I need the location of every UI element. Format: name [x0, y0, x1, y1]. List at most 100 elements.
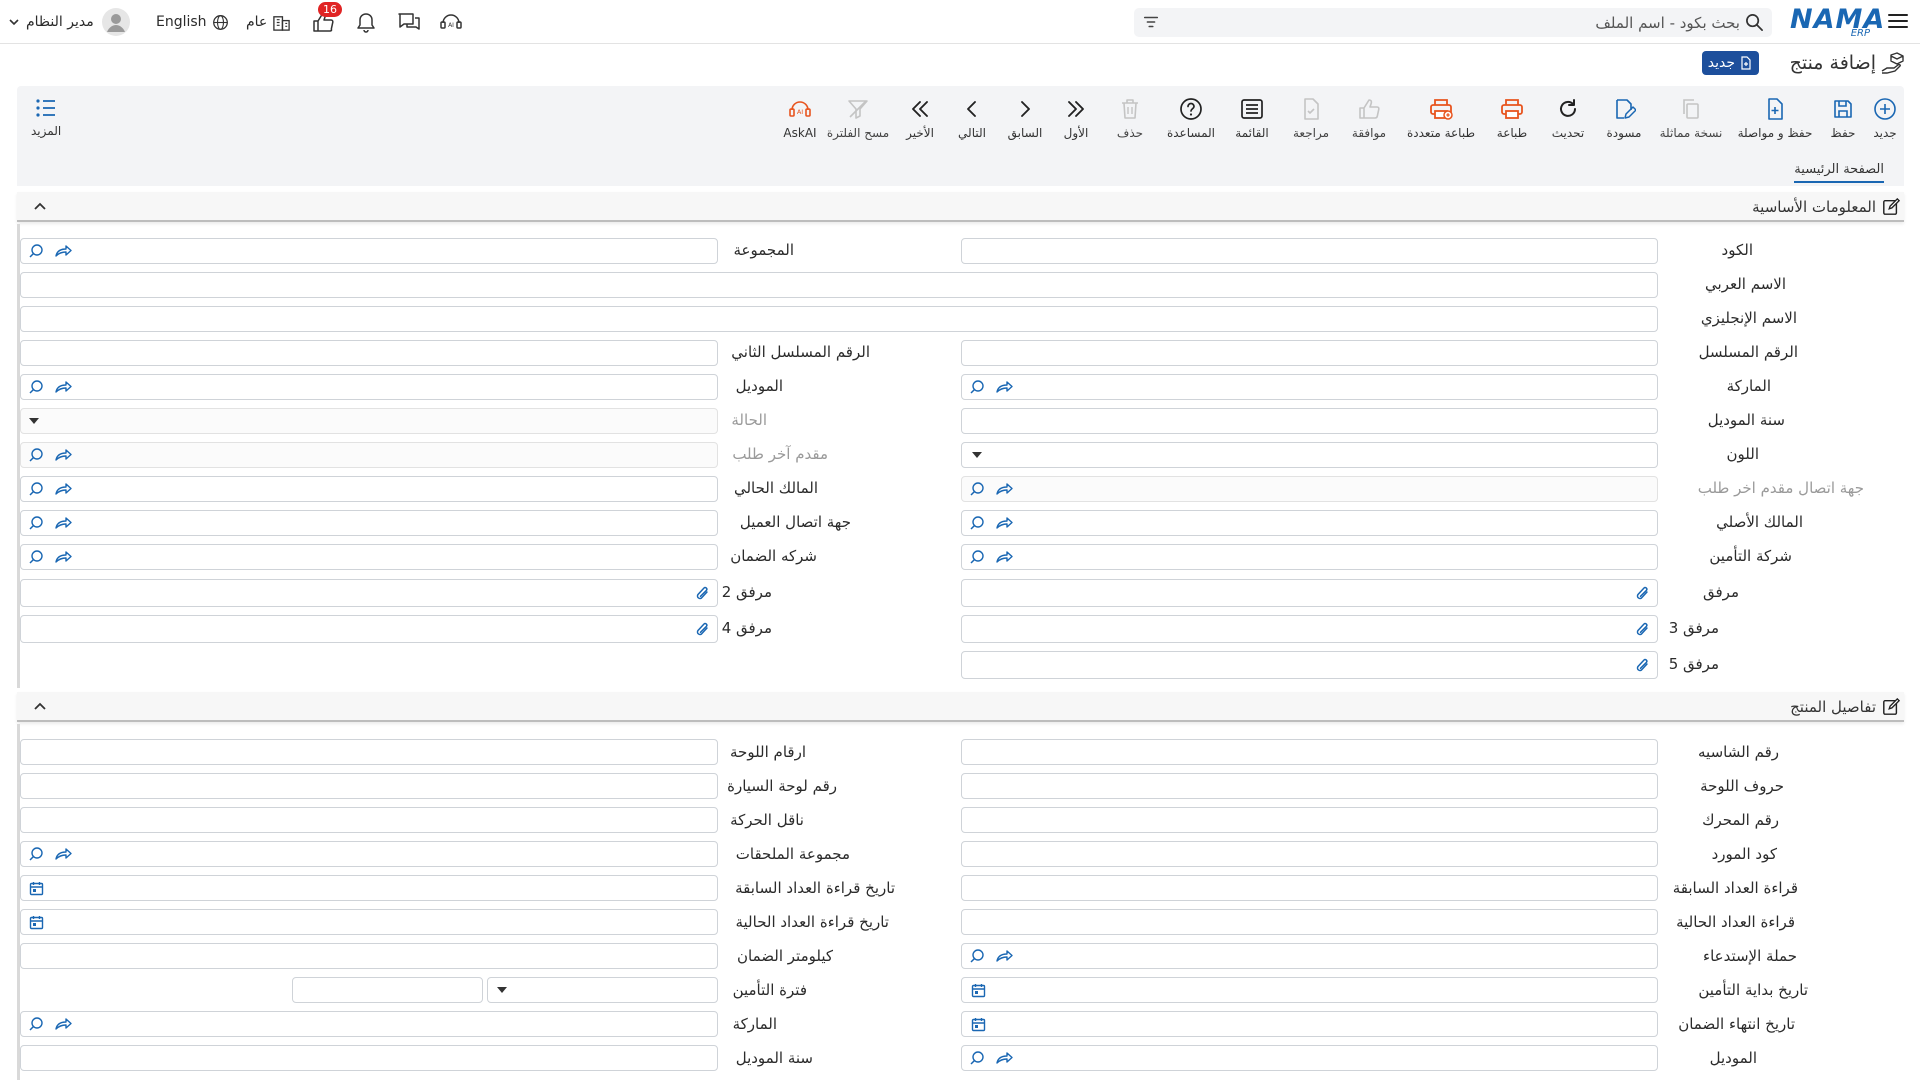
- engine-input[interactable]: [961, 807, 1658, 833]
- help-button[interactable]: المساعدة: [1160, 86, 1222, 156]
- language-switch[interactable]: English: [156, 7, 229, 37]
- open-link-arrow-icon[interactable]: [54, 243, 72, 259]
- detail-model-input[interactable]: [961, 1045, 1658, 1071]
- paperclip-icon[interactable]: [695, 621, 711, 639]
- chat-icon[interactable]: [397, 7, 421, 37]
- original-owner-input[interactable]: [961, 510, 1658, 536]
- list-button[interactable]: القائمة: [1222, 86, 1282, 156]
- paperclip-icon[interactable]: [1635, 621, 1651, 639]
- lookup-search-icon[interactable]: [28, 515, 44, 531]
- search-input[interactable]: [1180, 8, 1740, 37]
- insurance-period-unit-select[interactable]: [487, 977, 718, 1003]
- askai-button[interactable]: AI AskAI: [778, 86, 822, 156]
- open-link-arrow-icon[interactable]: [995, 515, 1013, 531]
- attachment5-input[interactable]: [961, 651, 1658, 679]
- paperclip-icon[interactable]: [695, 585, 711, 603]
- warranty-end-input[interactable]: [961, 1011, 1658, 1037]
- lookup-search-icon[interactable]: [969, 515, 985, 531]
- draft-button[interactable]: مسودة: [1596, 86, 1652, 156]
- attachment2-input[interactable]: [20, 579, 718, 607]
- approve-button[interactable]: موافقة: [1340, 86, 1398, 156]
- supplier-code-input[interactable]: [961, 841, 1658, 867]
- review-button[interactable]: مراجعة: [1282, 86, 1340, 156]
- tab-main-page[interactable]: الصفحة الرئيسية: [1794, 162, 1884, 183]
- print-button[interactable]: طباعة: [1484, 86, 1540, 156]
- open-link-arrow-icon[interactable]: [995, 1050, 1013, 1066]
- plate-letters-input[interactable]: [961, 773, 1658, 799]
- paperclip-icon[interactable]: [1635, 657, 1651, 675]
- previous-button[interactable]: السابق: [998, 86, 1052, 156]
- group-input[interactable]: [20, 238, 718, 264]
- recall-input[interactable]: [961, 943, 1658, 969]
- calendar-icon[interactable]: [29, 915, 44, 930]
- chassis-input[interactable]: [961, 739, 1658, 765]
- last-button[interactable]: الأخير: [894, 86, 946, 156]
- insurance-start-input[interactable]: [961, 977, 1658, 1003]
- status-select[interactable]: [20, 408, 718, 434]
- new-button[interactable]: جديد: [1866, 86, 1904, 156]
- next-button[interactable]: التالي: [946, 86, 998, 156]
- delete-button[interactable]: حذف: [1100, 86, 1160, 156]
- first-button[interactable]: الأول: [1052, 86, 1100, 156]
- approvals-button[interactable]: 16: [312, 2, 342, 37]
- car-plate-input[interactable]: [20, 773, 718, 799]
- lookup-search-icon[interactable]: [28, 846, 44, 862]
- calendar-icon[interactable]: [971, 983, 986, 998]
- open-link-arrow-icon[interactable]: [54, 481, 72, 497]
- arabic-name-input[interactable]: [20, 272, 1658, 298]
- model-input[interactable]: [20, 374, 718, 400]
- last-requester-contact-input[interactable]: [961, 476, 1658, 502]
- transmission-input[interactable]: [20, 807, 718, 833]
- color-select[interactable]: [961, 442, 1658, 468]
- open-link-arrow-icon[interactable]: [995, 549, 1013, 565]
- brand-input[interactable]: [961, 374, 1658, 400]
- lookup-search-icon[interactable]: [28, 481, 44, 497]
- duplicate-button[interactable]: نسخة مماثلة: [1652, 86, 1730, 156]
- plate-numbers-input[interactable]: [20, 739, 718, 765]
- curr-meter-input[interactable]: [961, 909, 1658, 935]
- current-owner-input[interactable]: [20, 476, 718, 502]
- model-year-input[interactable]: [961, 408, 1658, 434]
- code-input[interactable]: [961, 238, 1658, 264]
- open-link-arrow-icon[interactable]: [995, 948, 1013, 964]
- lookup-search-icon[interactable]: [28, 379, 44, 395]
- open-link-arrow-icon[interactable]: [54, 515, 72, 531]
- refresh-button[interactable]: تحديث: [1540, 86, 1596, 156]
- open-link-arrow-icon[interactable]: [54, 1016, 72, 1032]
- lookup-search-icon[interactable]: [969, 481, 985, 497]
- lookup-search-icon[interactable]: [28, 243, 44, 259]
- section-header-details[interactable]: تفاصيل المنتج: [17, 692, 1904, 722]
- hamburger-menu-icon[interactable]: [1886, 9, 1910, 33]
- lookup-search-icon[interactable]: [28, 447, 44, 463]
- bell-icon[interactable]: [355, 7, 377, 37]
- calendar-icon[interactable]: [29, 881, 44, 896]
- customer-contact-input[interactable]: [20, 510, 718, 536]
- ai-assistant-icon[interactable]: AI: [439, 7, 463, 37]
- more-button[interactable]: المزيد: [31, 96, 61, 138]
- open-link-arrow-icon[interactable]: [54, 846, 72, 862]
- lookup-search-icon[interactable]: [28, 1016, 44, 1032]
- lookup-search-icon[interactable]: [28, 549, 44, 565]
- prev-meter-input[interactable]: [961, 875, 1658, 901]
- detail-model-year-input[interactable]: [20, 1045, 718, 1071]
- prev-meter-date-input[interactable]: [20, 875, 718, 901]
- last-requester-input[interactable]: [20, 442, 718, 468]
- filter-icon[interactable]: [1142, 13, 1160, 31]
- accessories-group-input[interactable]: [20, 841, 718, 867]
- save-button[interactable]: حفظ: [1820, 86, 1866, 156]
- english-name-input[interactable]: [20, 306, 1658, 332]
- lookup-search-icon[interactable]: [969, 549, 985, 565]
- save-continue-button[interactable]: حفظ و مواصلة: [1730, 86, 1820, 156]
- warranty-km-input[interactable]: [20, 943, 718, 969]
- clear-filter-button[interactable]: مسح الفلترة: [822, 86, 894, 156]
- warranty-company-input[interactable]: [20, 544, 718, 570]
- open-link-arrow-icon[interactable]: [54, 549, 72, 565]
- open-link-arrow-icon[interactable]: [995, 481, 1013, 497]
- general-company-switch[interactable]: عام: [246, 7, 291, 37]
- open-link-arrow-icon[interactable]: [54, 447, 72, 463]
- detail-brand-input[interactable]: [20, 1011, 718, 1037]
- chevron-up-icon[interactable]: [33, 700, 47, 714]
- multi-print-button[interactable]: طباعة متعددة: [1398, 86, 1484, 156]
- calendar-icon[interactable]: [971, 1017, 986, 1032]
- attachment4-input[interactable]: [20, 615, 718, 643]
